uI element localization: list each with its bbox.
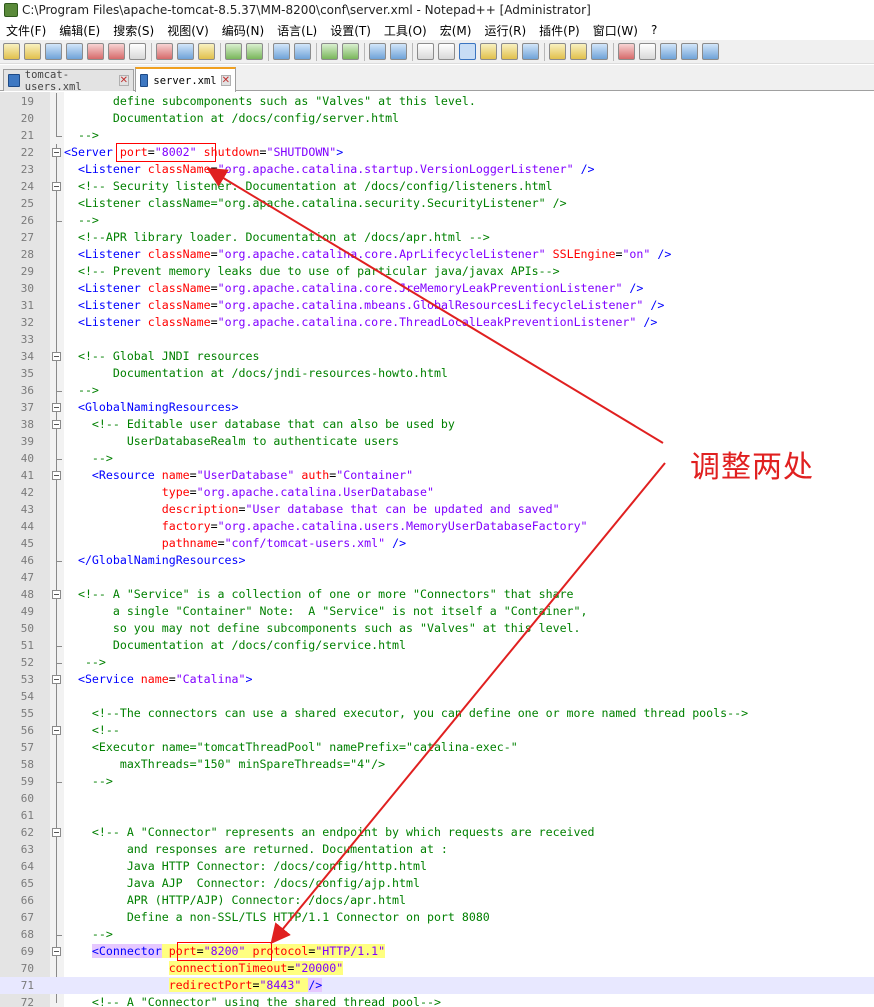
indent-guide-icon[interactable]	[459, 43, 476, 60]
close-all-icon[interactable]	[108, 43, 125, 60]
file-saved-icon	[8, 74, 20, 87]
menu-item-9[interactable]: 运行(R)	[478, 22, 533, 39]
undo-icon[interactable]	[225, 43, 242, 60]
window-title: C:\Program Files\apache-tomcat-8.5.37\MM…	[22, 3, 591, 17]
monitoring-icon[interactable]	[570, 43, 587, 60]
menu-item-6[interactable]: 设置(T)	[324, 22, 378, 39]
zoom-out-icon[interactable]	[342, 43, 359, 60]
redo-icon[interactable]	[246, 43, 263, 60]
toolbar	[0, 40, 874, 64]
annotation-label: 调整两处	[690, 450, 814, 485]
arrow-to-connector-port	[270, 462, 666, 945]
menu-item-10[interactable]: 插件(P)	[533, 22, 587, 39]
toolbar-separator	[268, 42, 269, 61]
udl-icon[interactable]	[480, 43, 497, 60]
toolbar-separator	[544, 42, 545, 61]
close-tab-icon[interactable]: ✕	[220, 75, 231, 86]
menu-item-5[interactable]: 语言(L)	[271, 22, 324, 39]
menu-item-3[interactable]: 视图(V)	[161, 22, 216, 39]
toolbar-separator	[220, 42, 221, 61]
menu-item-7[interactable]: 工具(O)	[378, 22, 434, 39]
copy-icon[interactable]	[177, 43, 194, 60]
play-macro-icon[interactable]	[660, 43, 677, 60]
doc-map-icon[interactable]	[501, 43, 518, 60]
menu-item-1[interactable]: 编辑(E)	[53, 22, 107, 39]
close-icon[interactable]	[87, 43, 104, 60]
toolbar-separator	[412, 42, 413, 61]
find-icon[interactable]	[273, 43, 290, 60]
show-all-chars-icon[interactable]	[438, 43, 455, 60]
open-file-icon[interactable]	[24, 43, 41, 60]
file-saved-icon	[140, 74, 149, 87]
menu-item-8[interactable]: 宏(M)	[434, 22, 479, 39]
toolbar-separator	[151, 42, 152, 61]
new-file-icon[interactable]	[3, 43, 20, 60]
tab-tomcat-users-xml[interactable]: tomcat-users.xml ✕	[3, 68, 134, 93]
menu-item-12[interactable]: ?	[645, 23, 664, 37]
arrow-to-server-port	[206, 167, 664, 444]
tab-bar: tomcat-users.xml ✕ server.xml ✕	[0, 65, 874, 93]
save-all-icon[interactable]	[66, 43, 83, 60]
cut-icon[interactable]	[156, 43, 173, 60]
word-wrap-icon[interactable]	[417, 43, 434, 60]
paste-icon[interactable]	[198, 43, 215, 60]
toolbar-separator	[364, 42, 365, 61]
menu-bar: 文件(F) 编辑(E) 搜索(S) 视图(V) 编码(N) 语言(L) 设置(T) 工具(O)…	[0, 20, 874, 40]
menu-item-2[interactable]: 搜索(S)	[107, 22, 161, 39]
save-macro-icon[interactable]	[702, 43, 719, 60]
code-editor[interactable]: 19 define subcomponents such as "Valves"…	[0, 92, 874, 1007]
tab-label: tomcat-users.xml	[24, 68, 82, 93]
tab-label: server.xml	[153, 74, 217, 87]
notepad-plus-plus-icon	[4, 3, 18, 17]
tab-server-xml[interactable]: server.xml ✕	[135, 67, 236, 92]
replace-icon[interactable]	[294, 43, 311, 60]
record-macro-icon[interactable]	[618, 43, 635, 60]
title-bar: C:\Program Files\apache-tomcat-8.5.37\MM…	[0, 0, 874, 20]
toolbar-separator	[613, 42, 614, 61]
eye-icon[interactable]	[591, 43, 608, 60]
stop-macro-icon[interactable]	[639, 43, 656, 60]
function-list-icon[interactable]	[522, 43, 539, 60]
menu-item-0[interactable]: 文件(F)	[0, 22, 53, 39]
toolbar-separator	[316, 42, 317, 61]
close-tab-icon[interactable]: ✕	[118, 75, 129, 86]
save-icon[interactable]	[45, 43, 62, 60]
annotation-arrows	[206, 167, 666, 945]
menu-item-11[interactable]: 窗口(W)	[587, 22, 645, 39]
sync-vertical-icon[interactable]	[369, 43, 386, 60]
print-icon[interactable]	[129, 43, 146, 60]
folder-workspace-icon[interactable]	[549, 43, 566, 60]
menu-item-4[interactable]: 编码(N)	[216, 22, 271, 39]
run-macro-multiple-icon[interactable]	[681, 43, 698, 60]
sync-horizontal-icon[interactable]	[390, 43, 407, 60]
zoom-in-icon[interactable]	[321, 43, 338, 60]
